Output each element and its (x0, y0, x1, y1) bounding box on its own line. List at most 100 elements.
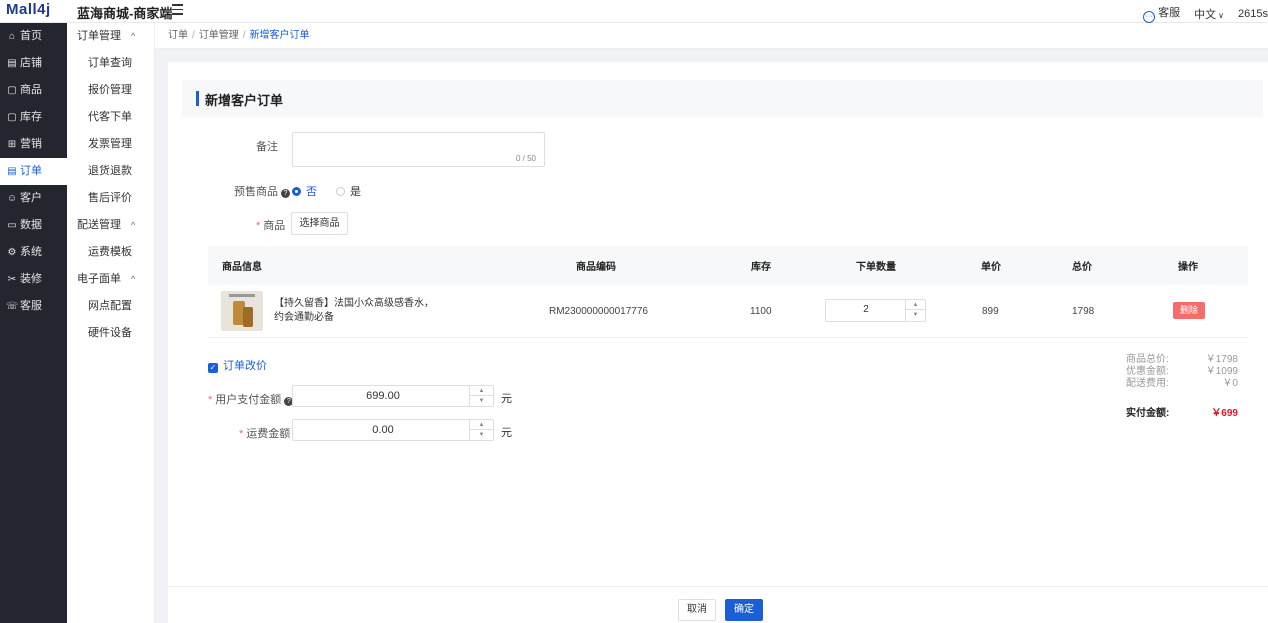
quantity-stepper[interactable]: 2 ▲ ▼ (825, 299, 926, 322)
table-row: 【持久留香】法国小众高级感香水， 约会通勤必备 RM23000000001777… (208, 285, 1248, 338)
language-select[interactable]: 中文 ∨ (1194, 6, 1224, 22)
breadcrumb-item[interactable]: 订单 (168, 30, 188, 41)
remark-char-count: 0 / 50 (515, 154, 536, 163)
pay-unit: 元 (501, 393, 512, 405)
increase-icon[interactable]: ▲ (906, 300, 925, 310)
sidebar-item-marketing[interactable]: ⊞ 营销 (0, 131, 67, 158)
sidebar-item-system[interactable]: ⚙ 系统 (0, 239, 67, 266)
menu-collapse-icon[interactable] (172, 4, 184, 16)
breadcrumb-current: 新增客户订单 (249, 30, 310, 41)
delete-button[interactable]: 删除 (1173, 302, 1205, 319)
service-icon: ☏ (6, 301, 19, 312)
breadcrumb: 订单 / 订单管理 / 新增客户订单 (155, 23, 1268, 49)
breadcrumb-item[interactable]: 订单管理 (199, 30, 239, 41)
title-accent (196, 91, 199, 106)
customer-service-link[interactable]: ··· 客服 (1143, 4, 1180, 23)
brand-name: 蓝海商城-商家端 (77, 6, 173, 21)
increase-icon[interactable]: ▲ (470, 386, 493, 396)
logo[interactable]: Mall4j (6, 1, 51, 18)
chevron-up-icon: ^ (131, 31, 136, 41)
home-icon: ⌂ (8, 31, 16, 42)
shop-icon: ▤ (7, 58, 17, 69)
page-title: 新增客户订单 (205, 93, 284, 108)
sidebar-item-goods[interactable]: ▢ 商品 (0, 77, 67, 104)
submenu-item[interactable]: 硬件设备 (67, 320, 154, 347)
secondary-sidebar: 订单管理 ^ 订单查询 报价管理 代客下单 发票管理 退货退款 售后评价 配送管理… (67, 23, 155, 623)
submenu-item[interactable]: 发票管理 (67, 131, 154, 158)
column-header: 库存 (751, 262, 771, 273)
column-header: 商品编码 (576, 262, 616, 273)
sidebar-item-label: 店铺 (20, 57, 42, 69)
customer-icon: ☺ (6, 193, 18, 204)
column-header: 下单数量 (856, 262, 896, 273)
price-summary: 商品总价: ￥1798 优惠金额: ￥1099 配送费用: ￥0 实付金额: ￥699 (1126, 354, 1238, 419)
submenu-group-order[interactable]: 订单管理 ^ (67, 23, 154, 50)
submenu-group-waybill[interactable]: 电子面单 ^ (67, 266, 154, 293)
decrease-icon[interactable]: ▼ (470, 430, 493, 440)
summary-shipping: 配送费用: ￥0 (1126, 378, 1238, 389)
product-thumbnail[interactable] (221, 291, 263, 331)
goods-label: * 商品 (256, 220, 286, 232)
presale-radio-yes[interactable]: 是 (336, 183, 361, 199)
presale-radio-no[interactable]: 否 (292, 183, 317, 199)
sidebar-item-data[interactable]: ▭ 数据 (0, 212, 67, 239)
column-header: 商品信息 (222, 262, 262, 273)
sidebar-item-stock[interactable]: ▢ 库存 (0, 104, 67, 131)
order-icon: ▤ (7, 166, 17, 177)
sidebar-item-home[interactable]: ⌂ 首页 (0, 23, 67, 50)
pay-amount-label: * 用户支付金额? (208, 391, 294, 407)
chevron-up-icon: ^ (131, 220, 136, 230)
increase-icon[interactable]: ▲ (470, 420, 493, 430)
sidebar-item-customer[interactable]: ☺ 客户 (0, 185, 67, 212)
sidebar-item-decorate[interactable]: ✂ 装修 (0, 266, 67, 293)
header-actions: ··· 客服 中文 ∨ 2615s (1143, 4, 1268, 23)
sidebar-item-label: 客户 (20, 192, 42, 204)
sidebar-item-label: 库存 (20, 111, 42, 123)
product-stock: 1100 (750, 306, 772, 317)
presale-label: 预售商品? (234, 183, 290, 199)
top-header: Mall4j 蓝海商城-商家端 ··· 客服 中文 ∨ 2615s (0, 0, 1268, 23)
submenu-item[interactable]: 售后评价 (67, 185, 154, 212)
decrease-icon[interactable]: ▼ (906, 310, 925, 320)
marketing-icon: ⊞ (7, 139, 17, 150)
line-total: 1798 (1072, 306, 1095, 317)
sidebar-item-label: 装修 (20, 273, 42, 285)
sidebar-item-service[interactable]: ☏客服 (0, 293, 67, 320)
cancel-button[interactable]: 取消 (678, 599, 716, 621)
product-code: RM230000000017776 (549, 306, 648, 317)
shipping-unit: 元 (501, 427, 512, 439)
choose-goods-button[interactable]: 选择商品 (291, 212, 348, 235)
summary-paid-amount: 实付金额: ￥699 (1126, 408, 1238, 419)
pay-amount-input[interactable]: 699.00 ▲ ▼ (292, 385, 494, 407)
remark-textarea[interactable]: 0 / 50 (292, 132, 545, 167)
goods-table-header: 商品信息 商品编码 库存 下单数量 单价 总价 操作 (208, 246, 1248, 285)
shipping-amount-input[interactable]: 0.00 ▲ ▼ (292, 419, 494, 441)
sidebar-item-label: 营销 (20, 138, 42, 150)
sidebar-item-shop[interactable]: ▤ 店铺 (0, 50, 67, 77)
column-header: 单价 (981, 262, 1001, 273)
submenu-group-delivery[interactable]: 配送管理 ^ (67, 212, 154, 239)
order-reprice-checkbox[interactable]: ✓ 订单改价 (208, 357, 267, 373)
submenu-item[interactable]: 网点配置 (67, 293, 154, 320)
submenu-item[interactable]: 订单查询 (67, 50, 154, 77)
sidebar-item-label: 客服 (20, 300, 42, 312)
product-name: 【持久留香】法国小众高级感香水， 约会通勤必备 (274, 298, 434, 323)
user-account[interactable]: 2615s (1238, 8, 1268, 20)
submenu-item[interactable]: 报价管理 (67, 77, 154, 104)
chat-icon: ··· (1143, 11, 1156, 23)
stock-icon: ▢ (7, 112, 17, 123)
confirm-button[interactable]: 确定 (725, 599, 763, 621)
sidebar-item-order[interactable]: ▤ 订单 (0, 158, 67, 185)
submenu-item[interactable]: 运费模板 (67, 239, 154, 266)
sidebar-item-label: 订单 (20, 165, 42, 177)
column-header: 总价 (1072, 262, 1092, 273)
decrease-icon[interactable]: ▼ (470, 396, 493, 406)
column-header: 操作 (1178, 262, 1198, 273)
help-icon[interactable]: ? (281, 189, 290, 198)
sidebar-item-label: 数据 (20, 219, 42, 231)
submenu-item[interactable]: 代客下单 (67, 104, 154, 131)
system-icon: ⚙ (7, 247, 17, 258)
submenu-item[interactable]: 退货退款 (67, 158, 154, 185)
quantity-value: 2 (863, 304, 869, 315)
sidebar-item-label: 首页 (20, 30, 42, 42)
